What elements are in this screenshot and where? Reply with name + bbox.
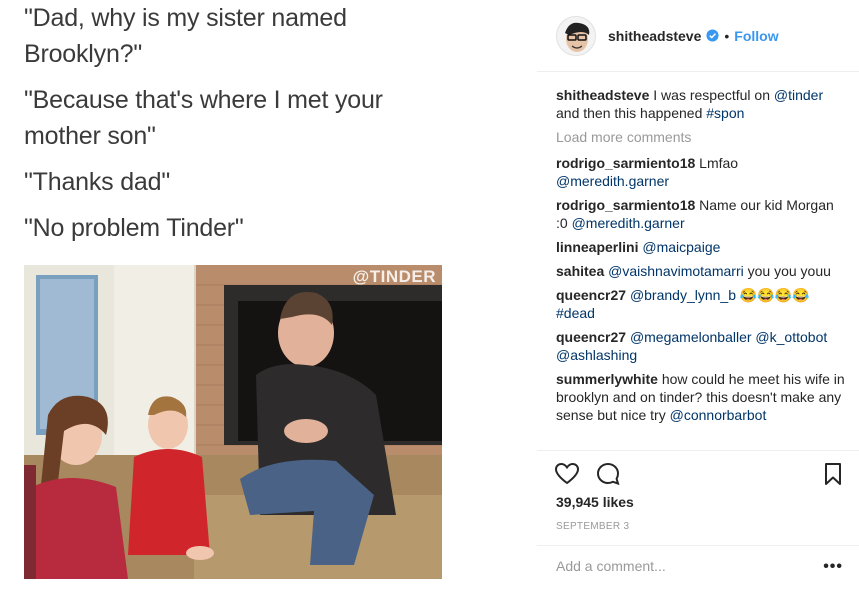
comment-username[interactable]: sahitea	[556, 263, 604, 279]
comment-mention[interactable]: @connorbarbot	[670, 407, 767, 423]
more-options-icon[interactable]: •••	[823, 558, 843, 576]
bookmark-icon[interactable]	[820, 461, 846, 487]
comment-text: Lmfao	[699, 155, 739, 171]
caption-username[interactable]: shitheadsteve	[556, 87, 649, 103]
post-media[interactable]: "Dad, why is my sister named Brooklyn?" …	[0, 0, 537, 589]
comment-username[interactable]: queencr27	[556, 329, 626, 345]
comment: queencr27 @brandy_lynn_b 😂😂😂😂 #dead	[556, 286, 846, 322]
comment: summerlywhite how could he meet his wife…	[556, 370, 846, 424]
follow-button[interactable]: Follow	[734, 28, 778, 44]
verified-badge-icon	[706, 29, 719, 42]
comment-text: 😂😂😂😂	[739, 287, 810, 303]
comment-username[interactable]: summerlywhite	[556, 371, 658, 387]
caption: shitheadsteve I was respectful on @tinde…	[556, 86, 846, 122]
comment-username[interactable]: linneaperlini	[556, 239, 638, 255]
comment-username[interactable]: queencr27	[556, 287, 626, 303]
post-header: shitheadsteve • Follow	[537, 0, 859, 72]
comment: linneaperlini @maicpaige	[556, 238, 846, 256]
meme-line-1: "Dad, why is my sister named Brooklyn?"	[24, 4, 347, 68]
author-username[interactable]: shitheadsteve	[608, 28, 701, 44]
comment-username[interactable]: rodrigo_sarmiento18	[556, 197, 695, 213]
comment: rodrigo_sarmiento18 Name our kid Morgan …	[556, 196, 846, 232]
comment-text: you you youu	[747, 263, 831, 279]
separator-dot: •	[724, 27, 730, 44]
avatar[interactable]	[556, 15, 596, 56]
meme-photo: @TINDER	[24, 265, 442, 579]
post-side-panel: shitheadsteve • Follow shitheadsteve I w…	[537, 0, 859, 589]
comment-mention[interactable]: @brandy_lynn_b	[630, 287, 736, 303]
comment-mention[interactable]: @meredith.garner	[556, 173, 669, 189]
likes-count[interactable]: 39,945 likes	[556, 494, 634, 510]
comment-mention[interactable]: @maicpaige	[642, 239, 720, 255]
watermark-text: @TINDER	[352, 267, 436, 286]
caption-text-b: and then this happened	[556, 105, 703, 121]
comments-list[interactable]: shitheadsteve I was respectful on @tinde…	[556, 86, 846, 450]
comment-bubble-icon[interactable]	[595, 461, 621, 487]
add-comment-input[interactable]	[556, 558, 806, 574]
caption-text-a: I was respectful on	[653, 87, 770, 103]
comment: rodrigo_sarmiento18 Lmfao @meredith.garn…	[556, 154, 846, 190]
meme-line-4: "No problem Tinder"	[24, 214, 244, 242]
comment: queencr27 @megamelonballer @k_ottobot @a…	[556, 328, 846, 364]
avatar-illustration	[557, 16, 595, 55]
post-actions	[537, 450, 859, 500]
add-comment-bar: •••	[537, 545, 859, 589]
comment: sahitea @vaishnavimotamarri you you youu	[556, 262, 846, 280]
comment-mention[interactable]: @vaishnavimotamarri	[608, 263, 744, 279]
heart-icon[interactable]	[554, 461, 580, 487]
meme-line-3: "Thanks dad"	[24, 168, 170, 196]
post-date[interactable]: SEPTEMBER 3	[556, 521, 629, 532]
meme-line-2: "Because that's where I met your mother …	[24, 86, 383, 150]
caption-hashtag[interactable]: #spon	[706, 105, 744, 121]
comment-username[interactable]: rodrigo_sarmiento18	[556, 155, 695, 171]
caption-mention[interactable]: @tinder	[774, 87, 823, 103]
comment-hashtag[interactable]: #dead	[556, 305, 595, 321]
load-more-comments-button[interactable]: Load more comments	[556, 128, 846, 146]
comment-mention[interactable]: @meredith.garner	[572, 215, 685, 231]
photo-illustration	[24, 265, 442, 579]
meme-text: "Dad, why is my sister named Brooklyn?" …	[24, 0, 524, 256]
